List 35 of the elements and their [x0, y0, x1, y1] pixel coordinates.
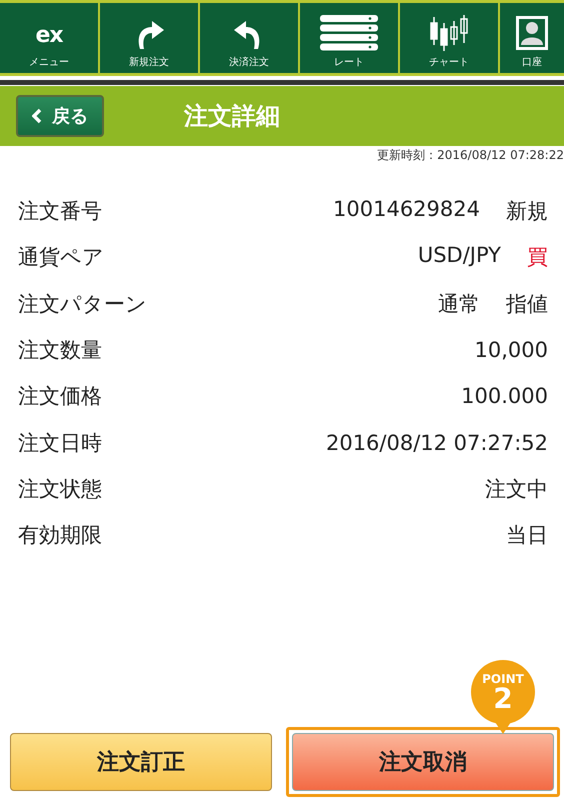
- field-value: 10014629824: [333, 197, 480, 224]
- field-label: 注文状態: [18, 476, 102, 503]
- field-label: 注文パターン: [18, 290, 147, 318]
- buy-side-label: 買: [527, 244, 548, 272]
- list-icon: [320, 15, 378, 51]
- field-value: 指値: [506, 290, 548, 318]
- field-label: 注文日時: [18, 430, 102, 457]
- page-title: 注文詳細: [184, 101, 280, 132]
- chevron-left-icon: [32, 108, 42, 124]
- field-value: 10,000: [474, 338, 548, 362]
- field-value: 2016/08/12 07:27:52: [326, 430, 548, 455]
- field-label: 通貨ペア: [18, 244, 104, 272]
- back-button[interactable]: 戻る: [16, 95, 104, 137]
- toolbar-button[interactable]: チャート: [400, 3, 498, 73]
- update-time: 更新時刻：2016/08/12 07:28:22: [376, 147, 564, 164]
- field-value: 当日: [506, 522, 548, 550]
- field-value: 新規: [506, 198, 548, 226]
- toolbar-button[interactable]: 決済注文: [200, 3, 298, 73]
- logo-icon: ex: [35, 21, 63, 51]
- action-button[interactable]: 注文訂正: [10, 733, 272, 791]
- point-badge: POINT 2: [471, 660, 535, 734]
- toolbar-button[interactable]: レート: [300, 3, 398, 73]
- field-label: 注文価格: [18, 383, 102, 410]
- field-value: USD/JPY: [418, 243, 501, 270]
- field-value: 通常: [438, 290, 480, 318]
- field-value: 注文中: [485, 476, 548, 503]
- toolbar-button[interactable]: 口座: [500, 3, 564, 73]
- field-value: 100.000: [461, 384, 548, 408]
- toolbar-button[interactable]: 新規注文: [100, 3, 198, 73]
- candlestick-chart-icon: [429, 15, 469, 51]
- field-label: 注文番号: [18, 198, 102, 226]
- field-label: 有効期限: [18, 522, 102, 550]
- action-button[interactable]: 注文取消: [292, 733, 554, 791]
- toolbar-button[interactable]: ex メニュー: [0, 3, 98, 73]
- field-label: 注文数量: [18, 337, 102, 364]
